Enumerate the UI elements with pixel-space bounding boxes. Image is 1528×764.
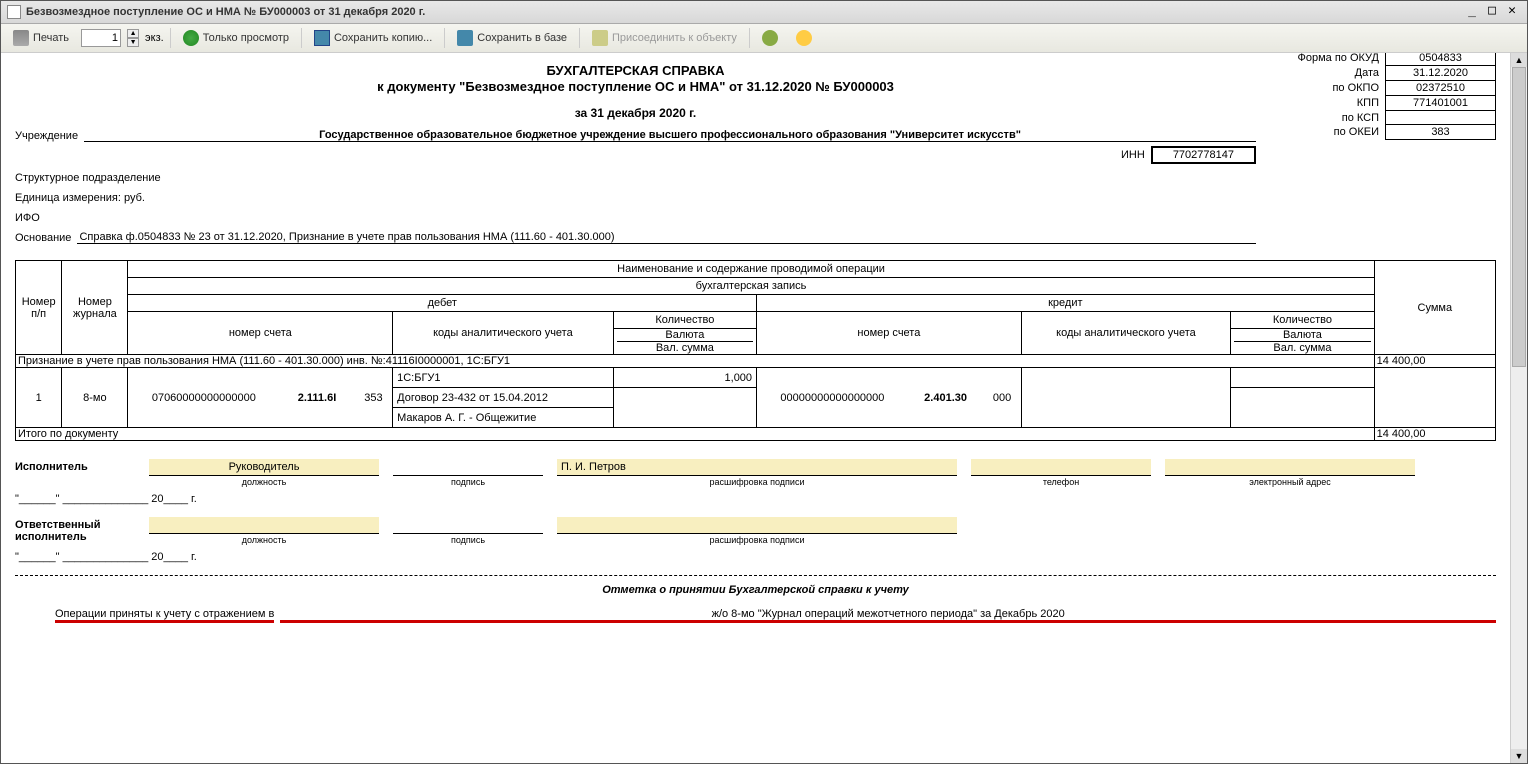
dept-label: Структурное подразделение [15,172,161,184]
minimize-button[interactable]: _ [1463,4,1481,20]
maximize-button[interactable]: □ [1483,4,1501,20]
refresh-button[interactable] [756,28,784,48]
preview-only-button[interactable]: Только просмотр [177,28,295,48]
operation-sum: 14 400,00 [1374,355,1495,368]
responsible-label: Ответственный исполнитель [15,517,135,543]
window-title: Безвозмездное поступление ОС и НМА № БУ0… [26,6,425,18]
database-icon [457,30,473,46]
vertical-scrollbar[interactable]: ▲ ▼ [1510,53,1527,763]
responsible-date: "______" ______________ 20____ г. [15,551,1496,563]
doc-subtitle: к документу "Безвозмездное поступление О… [15,79,1256,94]
attach-button[interactable]: Присоединить к объекту [586,28,743,48]
executor-email[interactable] [1165,459,1415,476]
entries-table: Номер п/п Номер журнала Наименование и с… [15,260,1496,441]
executor-name[interactable]: П. И. Петров [557,459,957,476]
inn-label: ИНН [15,149,1151,161]
titlebar: Безвозмездное поступление ОС и НМА № БУ0… [1,1,1527,24]
copies-unit: экз. [145,32,164,44]
help-icon [796,30,812,46]
save-copy-button[interactable]: Сохранить копию... [308,28,438,48]
executor-sign [393,459,543,476]
scroll-up-icon[interactable]: ▲ [1511,53,1527,67]
executor-phone[interactable] [971,459,1151,476]
org-value: Государственное образовательное бюджетно… [84,129,1256,142]
total-value: 14 400,00 [1374,428,1495,441]
help-button[interactable] [790,28,818,48]
operation-text: Признание в учете прав пользования НМА (… [16,355,1375,368]
copies-down[interactable]: ▼ [127,38,139,47]
acceptance-journal: ж/о 8-мо "Журнал операций межотчетного п… [280,608,1496,623]
responsible-name[interactable] [557,517,957,534]
document-area: БУХГАЛТЕРСКАЯ СПРАВКА к документу "Безво… [1,53,1510,763]
printer-icon [13,30,29,46]
executor-position[interactable]: Руководитель [149,459,379,476]
executor-label: Исполнитель [15,459,135,473]
codes-table: КОДЫ Форма по ОКУД0504833 Дата31.12.2020… [1276,53,1496,140]
doc-title: БУХГАЛТЕРСКАЯ СПРАВКА [15,63,1256,78]
paperclip-icon [592,30,608,46]
acceptance-title: Отметка о принятии Бухгалтерской справки… [15,584,1496,596]
copies-up[interactable]: ▲ [127,29,139,38]
save-icon [314,30,330,46]
scroll-down-icon[interactable]: ▼ [1511,749,1527,763]
toolbar: Печать ▲ ▼ экз. Только просмотр Сохранит… [1,24,1527,53]
org-label: Учреждение [15,130,78,142]
inn-value: 7702778147 [1151,146,1256,164]
copies-input[interactable] [81,29,121,47]
responsible-position[interactable] [149,517,379,534]
responsible-sign [393,517,543,534]
save-db-button[interactable]: Сохранить в базе [451,28,573,48]
scroll-thumb[interactable] [1512,67,1526,367]
executor-date: "______" ______________ 20____ г. [15,493,1496,505]
total-label: Итого по документу [16,428,1375,441]
eye-icon [183,30,199,46]
close-button[interactable]: ✕ [1503,4,1521,20]
basis-value: Справка ф.0504833 № 23 от 31.12.2020, Пр… [77,231,1256,244]
print-button[interactable]: Печать [7,28,75,48]
ifo-label: ИФО [15,212,40,224]
acceptance-text: Операции приняты к учету с отражением в [55,608,274,623]
unit-label: Единица измерения: руб. [15,192,145,204]
document-icon [7,5,21,19]
doc-period: за 31 декабря 2020 г. [15,106,1256,120]
basis-label: Основание [15,232,71,244]
refresh-icon [762,30,778,46]
